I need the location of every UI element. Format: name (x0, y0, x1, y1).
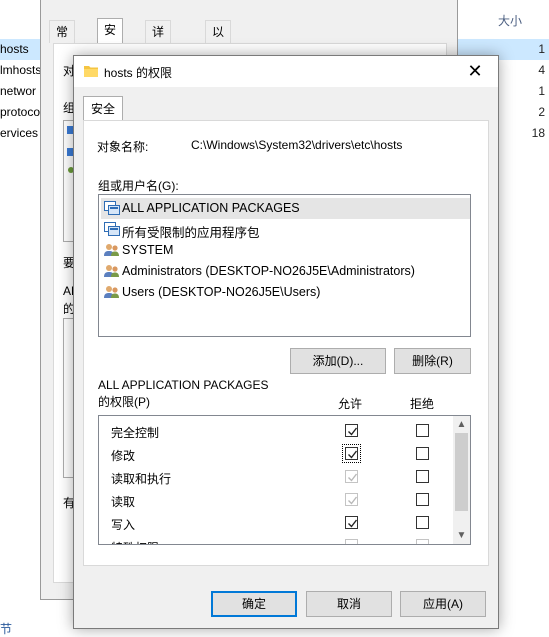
permission-name: 修改 (111, 449, 136, 463)
list-item[interactable]: Administrators (DESKTOP-NO26J5E\Administ… (101, 261, 470, 282)
user-label: Users (DESKTOP-NO26J5E\Users) (122, 285, 321, 299)
allow-checkbox[interactable] (345, 539, 358, 544)
size-column-header[interactable]: 大小 (498, 12, 522, 29)
deny-checkbox[interactable] (416, 424, 429, 437)
deny-checkbox[interactable] (416, 447, 429, 460)
cancel-button[interactable]: 取消 (306, 591, 392, 617)
file-size: 1 (538, 42, 545, 56)
deny-checkbox[interactable] (416, 493, 429, 506)
scroll-up-icon[interactable]: ▲ (453, 416, 470, 433)
scroll-down-icon[interactable]: ▼ (453, 527, 470, 544)
permission-scrollbar[interactable]: ▲ ▼ (453, 416, 470, 544)
deny-column-header: 拒绝 (410, 397, 435, 411)
list-item[interactable]: SYSTEM (101, 240, 470, 261)
remove-button[interactable]: 删除(R) (394, 348, 471, 374)
allow-checkbox[interactable] (345, 470, 358, 483)
tab-details[interactable]: 详细信息 (145, 20, 172, 105)
allow-column-header: 允许 (338, 397, 363, 411)
user-group-icon (104, 244, 119, 256)
file-size: 2 (538, 105, 545, 119)
user-group-icon (104, 265, 119, 277)
deny-checkbox[interactable] (416, 516, 429, 529)
list-item[interactable]: Users (DESKTOP-NO26J5E\Users) (101, 282, 470, 303)
dialog-title: hosts 的权限 (104, 66, 173, 80)
permission-row: 完全控制 (99, 418, 454, 441)
allow-checkbox[interactable] (345, 493, 358, 506)
permission-row: 特殊权限 (99, 533, 454, 544)
user-label: SYSTEM (122, 243, 174, 257)
add-button[interactable]: 添加(D)... (290, 348, 386, 374)
tab-previous-versions[interactable]: 以前的版本 (205, 20, 232, 127)
permissions-for-group: ALL APPLICATION PACKAGES (98, 378, 269, 392)
file-name: networ (0, 84, 37, 98)
ok-button[interactable]: 确定 (211, 591, 297, 617)
close-icon[interactable]: ✕ (452, 56, 498, 87)
file-size: 1 (538, 84, 545, 98)
user-label: Administrators (DESKTOP-NO26J5E\Administ… (122, 264, 415, 278)
file-name: lmhosts (0, 63, 42, 77)
permission-row: 读取和执行 (99, 464, 454, 487)
tab-general[interactable]: 常规 (49, 20, 76, 61)
list-item[interactable]: ALL APPLICATION PACKAGES (101, 198, 470, 219)
permission-name: 读取 (111, 495, 136, 509)
file-name: hosts (0, 42, 29, 56)
permission-name: 特殊权限 (111, 539, 159, 544)
app-package-icon (104, 222, 120, 236)
tab-strip: 安全 (74, 87, 498, 121)
allow-checkbox[interactable] (345, 516, 358, 529)
file-name: protoco (0, 105, 41, 119)
permission-name: 完全控制 (111, 426, 160, 440)
group-users-label: 组或用户名(G): (98, 179, 179, 193)
apply-button[interactable]: 应用(A) (400, 591, 486, 617)
status-text: 节 (0, 622, 13, 636)
allow-checkbox[interactable] (345, 424, 358, 437)
permissions-for-label: ALL APPLICATION PACKAGES 的权限(P) (98, 377, 269, 411)
deny-checkbox[interactable] (416, 470, 429, 483)
tab-security[interactable]: 安全 (97, 18, 124, 59)
object-name-label: 对象名称: (97, 140, 149, 154)
file-size: 18 (531, 126, 545, 140)
folder-icon (84, 66, 98, 77)
permission-row: 写入 (99, 510, 454, 533)
dialog-footer: 确定 取消 应用(A) (74, 567, 498, 628)
permission-name: 写入 (111, 518, 136, 532)
list-item[interactable]: 所有受限制的应用程序包 (101, 219, 470, 240)
user-group-icon (104, 286, 119, 298)
permission-row: 读取 (99, 487, 454, 510)
user-list[interactable]: ALL APPLICATION PACKAGES 所有受限制的应用程序包 SYS… (98, 194, 471, 337)
allow-checkbox[interactable] (342, 444, 361, 463)
object-name-value: C:\Windows\System32\drivers\etc\hosts (191, 138, 403, 152)
file-size: 4 (538, 63, 545, 77)
deny-checkbox[interactable] (416, 539, 429, 544)
file-name: ervices (0, 126, 39, 140)
title-bar[interactable]: hosts 的权限 ✕ (74, 56, 498, 87)
permission-list[interactable]: 特殊权限 写入 读取 读取和执行 修改 完全控制 ▲ ▼ (98, 415, 471, 545)
scroll-thumb[interactable] (455, 433, 468, 511)
user-label: 所有受限制的应用程序包 (122, 226, 260, 240)
permission-name: 读取和执行 (111, 472, 172, 486)
tab-security[interactable]: 安全 (83, 96, 123, 121)
app-package-icon (104, 201, 120, 215)
user-label: ALL APPLICATION PACKAGES (122, 201, 300, 215)
permission-row: 修改 (99, 441, 454, 464)
permissions-label: 的权限(P) (98, 395, 150, 409)
permissions-dialog: hosts 的权限 ✕ 安全 对象名称: C:\Windows\System32… (73, 55, 499, 629)
